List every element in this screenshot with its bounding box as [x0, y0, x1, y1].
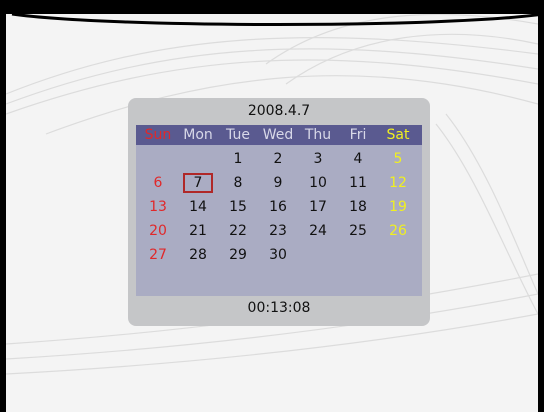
day-cell[interactable]: 17 [298, 196, 338, 218]
day-cell[interactable] [178, 148, 218, 170]
day-cell[interactable]: 1 [218, 148, 258, 170]
day-cell[interactable]: 11 [338, 172, 378, 194]
day-cell[interactable]: 9 [258, 172, 298, 194]
day-cell[interactable]: 16 [258, 196, 298, 218]
day-cell[interactable]: 25 [338, 220, 378, 242]
clock-time: 00:13:08 [247, 300, 311, 316]
day-cell[interactable]: 21 [178, 220, 218, 242]
day-cell[interactable]: 14 [178, 196, 218, 218]
weekday-thu: Thu [304, 127, 332, 143]
day-cell-sunday[interactable]: 20 [138, 220, 178, 242]
calendar-panel: 2008.4.7 Sun Mon Tue Wed Thu Fri Sat 1 2… [128, 98, 430, 326]
day-cell[interactable]: 3 [298, 148, 338, 170]
weekday-fri: Fri [349, 127, 367, 143]
day-cell-sunday[interactable]: 6 [138, 172, 178, 194]
day-cell[interactable]: 10 [298, 172, 338, 194]
day-cell-sunday[interactable]: 13 [138, 196, 178, 218]
date-title: 2008.4.7 [247, 103, 311, 119]
weekday-wed: Wed [262, 127, 294, 143]
day-cell-sunday[interactable]: 27 [138, 244, 178, 266]
day-cell[interactable]: 23 [258, 220, 298, 242]
weekday-header: Sun Mon Tue Wed Thu Fri Sat [136, 125, 422, 145]
day-cell-selected[interactable]: 7 [178, 172, 218, 194]
day-cell[interactable]: 29 [218, 244, 258, 266]
day-cell[interactable] [138, 148, 178, 170]
day-cell[interactable] [338, 244, 378, 266]
day-cell[interactable]: 24 [298, 220, 338, 242]
day-cell[interactable]: 22 [218, 220, 258, 242]
weekday-tue: Tue [226, 127, 250, 143]
day-cell[interactable] [298, 244, 338, 266]
weekday-sun: Sun [144, 127, 172, 143]
top-frame-arc [11, 14, 538, 26]
day-cell[interactable]: 30 [258, 244, 298, 266]
day-cell-saturday[interactable]: 19 [378, 196, 418, 218]
day-cell-saturday[interactable]: 5 [378, 148, 418, 170]
day-cell[interactable]: 15 [218, 196, 258, 218]
day-cell[interactable] [378, 244, 418, 266]
day-cell[interactable]: 4 [338, 148, 378, 170]
day-cell[interactable]: 2 [258, 148, 298, 170]
day-cell[interactable]: 8 [218, 172, 258, 194]
day-cell[interactable]: 18 [338, 196, 378, 218]
weekday-sat: Sat [386, 127, 410, 143]
weekday-mon: Mon [183, 127, 213, 143]
day-cell[interactable]: 28 [178, 244, 218, 266]
day-cell-saturday[interactable]: 26 [378, 220, 418, 242]
calendar-grid: Sun Mon Tue Wed Thu Fri Sat 1 2 3 4 5 6 … [136, 125, 422, 296]
day-cell-saturday[interactable]: 12 [378, 172, 418, 194]
